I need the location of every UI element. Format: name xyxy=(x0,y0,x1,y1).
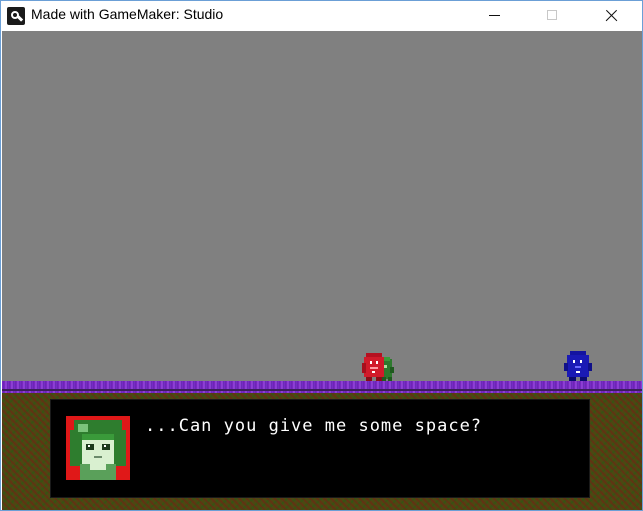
gamemaker-icon[interactable] xyxy=(7,7,25,25)
title-bar[interactable]: Made with GameMaker: Studio xyxy=(1,1,642,31)
close-icon[interactable] xyxy=(587,1,633,31)
red-character-sprite xyxy=(362,353,394,381)
maximize-icon[interactable] xyxy=(529,1,575,31)
game-window: Made with GameMaker: Studio ...Can you g… xyxy=(0,0,643,511)
blue-character-sprite xyxy=(564,351,592,381)
game-canvas[interactable]: ...Can you give me some space? xyxy=(2,31,642,510)
dialog-box: ...Can you give me some space? xyxy=(50,399,590,498)
ground-platform xyxy=(2,381,642,393)
minimize-icon[interactable] xyxy=(471,1,517,31)
dialog-text: ...Can you give me some space? xyxy=(145,416,483,436)
window-title: Made with GameMaker: Studio xyxy=(31,6,224,22)
green-haired-character-portrait xyxy=(66,416,130,480)
